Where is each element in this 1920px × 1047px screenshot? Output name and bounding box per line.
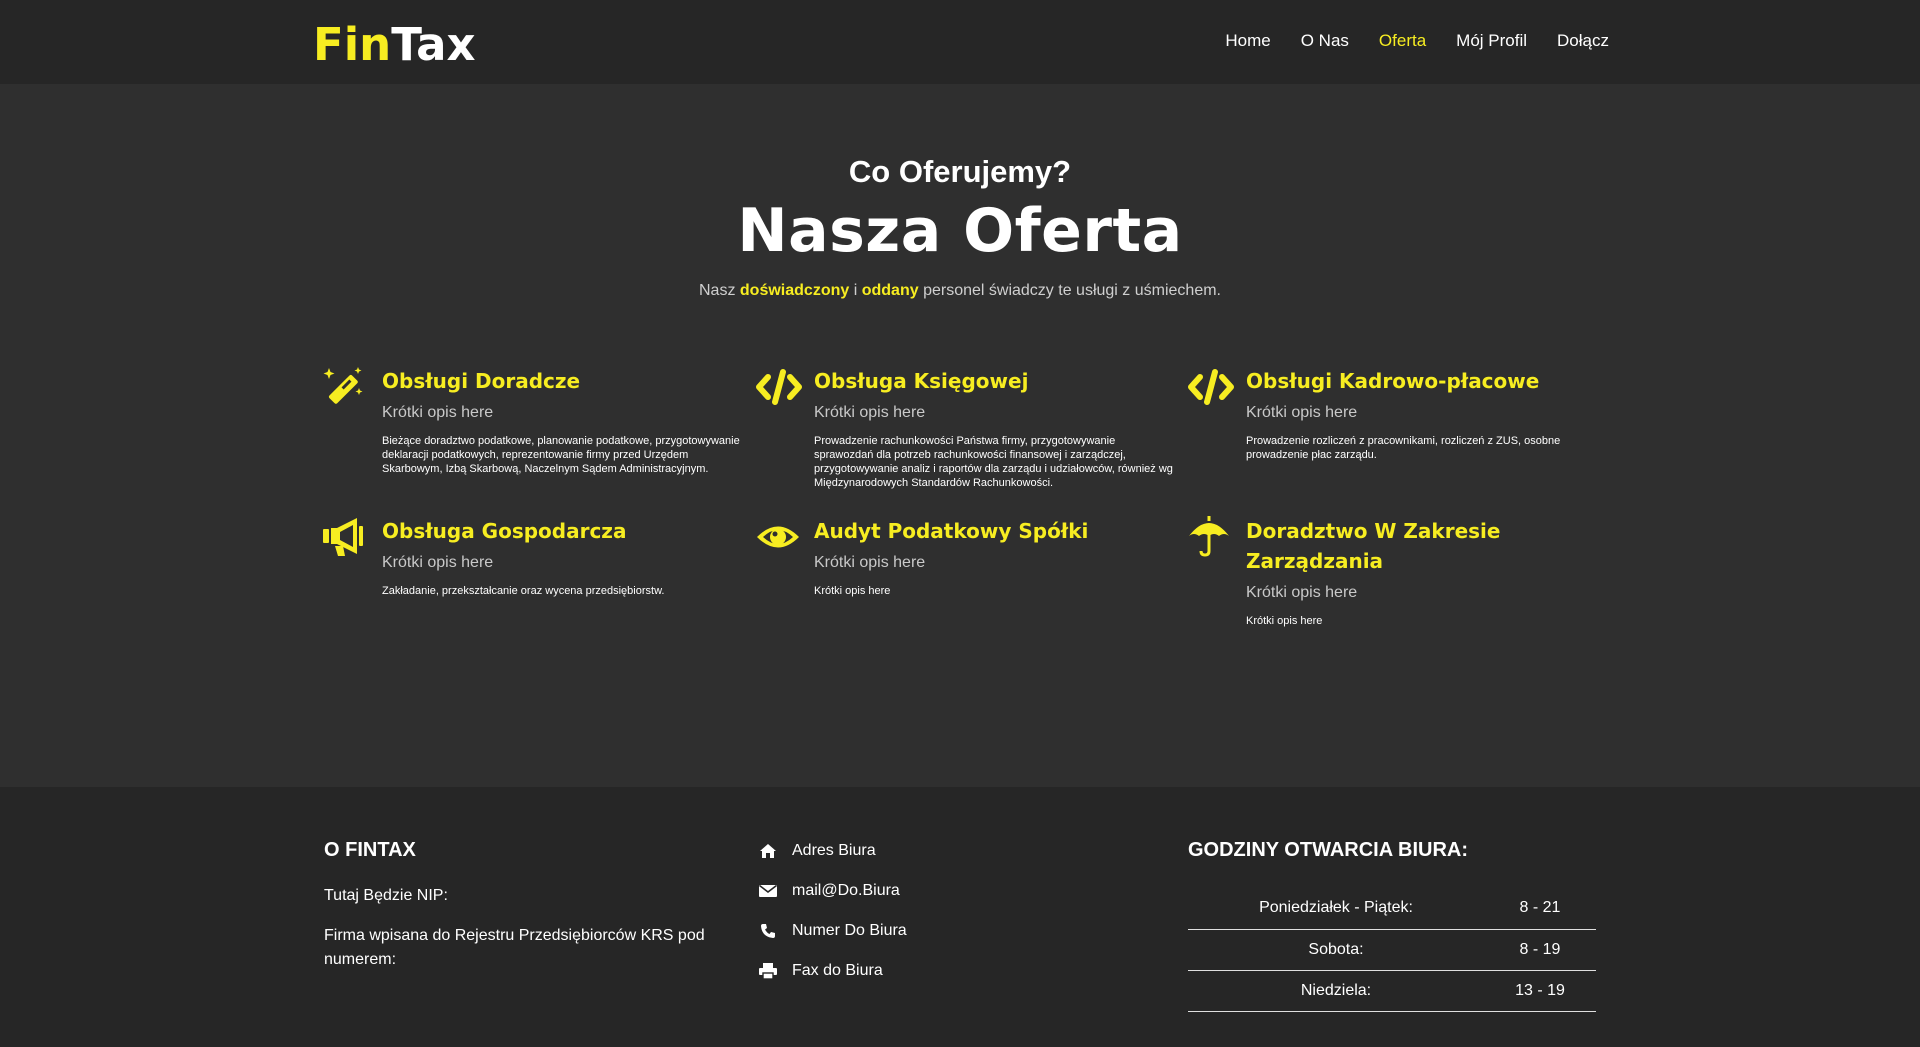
service-item: Obsługa Gospodarcza Krótki opis here Zak… — [323, 516, 743, 598]
nav-oferta[interactable]: Oferta — [1379, 31, 1426, 51]
main-nav: Home O Nas Oferta Mój Profil Dołącz — [1195, 31, 1609, 51]
site-header: FinTax Home O Nas Oferta Mój Profil Dołą… — [0, 0, 1920, 84]
nav-moj-profil[interactable]: Mój Profil — [1456, 31, 1527, 51]
service-description: Bieżące doradztwo podatkowe, planowanie … — [382, 435, 740, 475]
section-description: Nasz doświadczony i oddany personel świa… — [699, 282, 1221, 299]
code-icon — [755, 366, 802, 408]
magic-wand-icon — [323, 366, 365, 408]
service-title: Doradztwo W Zakresie Zarządzania — [1246, 519, 1501, 573]
service-item: Obsługi Kadrowo-płacowe Krótki opis here… — [1187, 366, 1607, 462]
table-row: Poniedziałek - Piątek: 8 - 21 — [1188, 888, 1596, 930]
footer-contacts: Adres Biura mail@Do.Biura Numer Do Biura… — [758, 831, 1058, 991]
section-title: Nasza Oferta — [737, 196, 1183, 266]
service-item: Doradztwo W Zakresie Zarządzania Krótki … — [1187, 516, 1607, 628]
offer-section: Co Oferujemy? Nasza Oferta Nasz doświadc… — [0, 84, 1920, 787]
service-short: Krótki opis here — [1246, 404, 1358, 421]
site-footer: O FINTAX Tutaj Będzie NIP: Firma wpisana… — [0, 787, 1920, 1047]
service-description: Krótki opis here — [814, 585, 891, 597]
service-item: Obsługa Księgowej Krótki opis here Prowa… — [755, 366, 1175, 490]
nav-o-nas[interactable]: O Nas — [1301, 31, 1349, 51]
printer-icon — [758, 962, 778, 980]
service-short: Krótki opis here — [382, 404, 494, 421]
service-description: Prowadzenie rachunkowości Państwa firmy,… — [814, 435, 1173, 489]
service-description: Zakładanie, przekształcanie oraz wycena … — [382, 585, 665, 597]
service-title: Obsługa Gospodarcza — [382, 519, 627, 543]
service-short: Krótki opis here — [814, 554, 926, 571]
footer-krs: Firma wpisana do Rejestru Przedsiębiorcó… — [324, 927, 705, 968]
contact-email[interactable]: mail@Do.Biura — [758, 871, 1058, 911]
contact-fax[interactable]: Fax do Biura — [758, 951, 1058, 991]
service-short: Krótki opis here — [814, 404, 926, 421]
megaphone-icon — [323, 516, 365, 558]
service-short: Krótki opis here — [1246, 584, 1358, 601]
service-title: Obsługa Księgowej — [814, 369, 1029, 393]
footer-nip: Tutaj Będzie NIP: — [324, 887, 448, 904]
intro: Co Oferujemy? Nasza Oferta Nasz doświadc… — [0, 84, 1920, 300]
contact-address[interactable]: Adres Biura — [758, 831, 1058, 871]
contact-phone[interactable]: Numer Do Biura — [758, 911, 1058, 951]
phone-icon — [758, 922, 778, 940]
logo-fin: Fin — [313, 18, 392, 71]
service-title: Obsługi Kadrowo-płacowe — [1246, 369, 1540, 393]
service-description: Krótki opis here — [1246, 615, 1323, 627]
table-row: Niedziela: 13 - 19 — [1188, 970, 1596, 1012]
nav-dolacz[interactable]: Dołącz — [1557, 31, 1609, 51]
service-short: Krótki opis here — [382, 554, 494, 571]
umbrella-icon — [1187, 516, 1229, 558]
hours-table: Poniedziałek - Piątek: 8 - 21 Sobota: 8 … — [1188, 888, 1596, 1012]
code-icon — [1187, 366, 1234, 408]
service-item: Audyt Podatkowy Spółki Krótki opis here … — [755, 516, 1175, 598]
home-icon — [758, 842, 778, 860]
section-subtitle: Co Oferujemy? — [848, 154, 1072, 189]
service-description: Prowadzenie rozliczeń z pracownikami, ro… — [1246, 435, 1561, 461]
service-item: Obsługi Doradcze Krótki opis here Bieżąc… — [323, 366, 743, 476]
logo-tax: Tax — [391, 18, 476, 71]
logo[interactable]: FinTax — [313, 18, 476, 71]
nav-home[interactable]: Home — [1225, 31, 1270, 51]
footer-about: O FINTAX Tutaj Będzie NIP: Firma wpisana… — [324, 839, 724, 972]
table-row: Sobota: 8 - 19 — [1188, 929, 1596, 971]
eye-icon — [755, 516, 799, 558]
footer-hours-title: GODZINY OTWARCIA BIURA: — [1188, 839, 1468, 861]
footer-about-title: O FINTAX — [324, 839, 416, 861]
envelope-icon — [758, 882, 778, 900]
service-title: Audyt Podatkowy Spółki — [814, 519, 1089, 543]
service-title: Obsługi Doradcze — [382, 369, 581, 393]
footer-hours: GODZINY OTWARCIA BIURA: Poniedziałek - P… — [1188, 839, 1598, 1012]
